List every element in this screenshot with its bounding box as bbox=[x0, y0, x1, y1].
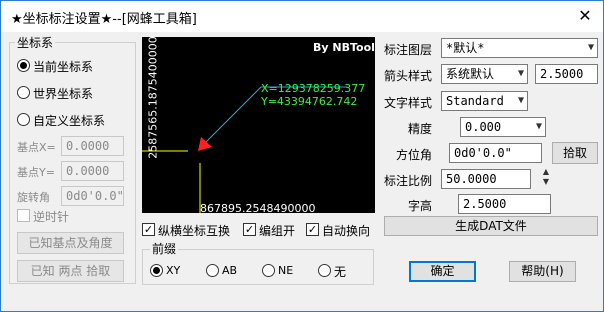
azimuth-label: 方位角 bbox=[396, 148, 433, 162]
radio-label-ne: NE bbox=[278, 264, 294, 277]
pick-button[interactable]: 拾取 bbox=[552, 142, 598, 164]
radio-label-xy: XY bbox=[166, 264, 181, 277]
text-style-label: 文字样式 bbox=[384, 96, 433, 110]
clockwise-checkbox[interactable]: 逆时针 bbox=[17, 207, 97, 225]
preview-y-text: Y=43394762.742 bbox=[261, 95, 358, 108]
chevron-down-icon: ▼ bbox=[587, 42, 594, 53]
spin-up-icon[interactable]: ▲ bbox=[540, 167, 552, 177]
scale-input[interactable]: 50.0000 bbox=[441, 169, 531, 189]
radio-prefix-none[interactable]: 无 bbox=[318, 262, 358, 280]
arrow-style-select[interactable]: 系统默认 ▼ bbox=[441, 64, 528, 84]
scale-spinner[interactable]: ▲ ▼ bbox=[540, 167, 552, 189]
text-style-select[interactable]: Standard ▼ bbox=[441, 91, 528, 111]
known-base-angle-button[interactable]: 已知基点及角度 bbox=[17, 232, 124, 254]
swap-xy-label: 纵横坐标互换 bbox=[158, 224, 231, 238]
layer-select[interactable]: *默认* ▼ bbox=[441, 38, 598, 58]
base-x-input[interactable]: 0.0000 bbox=[61, 136, 124, 156]
clockwise-label: 逆时针 bbox=[33, 210, 70, 224]
arrow-size-input[interactable]: 2.5000 bbox=[535, 64, 598, 84]
preview-brand: By NBTools bbox=[313, 41, 375, 54]
base-x-label: 基点X= bbox=[17, 141, 56, 154]
base-y-input[interactable]: 0.0000 bbox=[61, 161, 124, 181]
spin-down-icon[interactable]: ▼ bbox=[540, 177, 552, 187]
arrow-style-value: 系统默认 bbox=[446, 67, 495, 81]
preview-x-text: X=129378259.377 bbox=[261, 82, 366, 95]
generate-dat-button[interactable]: 生成DAT文件 bbox=[384, 216, 598, 236]
known-two-points-button[interactable]: 已知 两点 拾取 bbox=[17, 260, 124, 282]
title-bar: ★坐标标注设置★--[网蜂工具箱] ✕ bbox=[0, 0, 604, 32]
layer-label: 标注图层 bbox=[384, 43, 433, 57]
radio-dot-xy[interactable] bbox=[150, 264, 163, 277]
radio-prefix-ne[interactable]: NE bbox=[262, 262, 302, 280]
text-height-input[interactable]: 2.5000 bbox=[458, 194, 551, 214]
coord-system-group-title: 坐标系 bbox=[15, 34, 56, 51]
radio-dot-custom[interactable] bbox=[17, 113, 30, 126]
radio-dot-none[interactable] bbox=[318, 264, 331, 277]
radio-label-world: 世界坐标系 bbox=[33, 87, 94, 101]
window-title: ★坐标标注设置★--[网蜂工具箱] bbox=[11, 12, 197, 27]
rotation-input[interactable]: 0d0'0.0" bbox=[61, 186, 124, 206]
radio-custom-coord[interactable]: 自定义坐标系 bbox=[15, 111, 130, 129]
swap-xy-check-box[interactable]: ✓ bbox=[142, 223, 155, 236]
text-style-value: Standard bbox=[446, 94, 504, 108]
preview-canvas: By NBTools X=129378259.377 Y=43394762.74… bbox=[142, 37, 375, 213]
clockwise-check-box[interactable] bbox=[17, 209, 30, 222]
chevron-down-icon: ▼ bbox=[535, 121, 542, 132]
preview-leader-line bbox=[203, 86, 262, 145]
radio-dot-ab[interactable] bbox=[206, 264, 219, 277]
radio-dot-ne[interactable] bbox=[262, 264, 275, 277]
radio-label-custom: 自定义坐标系 bbox=[33, 114, 106, 128]
radio-label-current: 当前坐标系 bbox=[33, 60, 94, 74]
group-on-check-box[interactable]: ✓ bbox=[243, 223, 256, 236]
chevron-down-icon: ▼ bbox=[517, 68, 524, 79]
radio-world-coord[interactable]: 世界坐标系 bbox=[15, 84, 130, 102]
preview-arrow-head bbox=[198, 137, 212, 151]
precision-value: 0.000 bbox=[465, 120, 502, 134]
radio-current-coord[interactable]: 当前坐标系 bbox=[15, 57, 130, 75]
auto-direction-checkbox[interactable]: ✓ 自动换向 bbox=[306, 221, 376, 239]
preview-bottom-axis-text: 867895.2548490000 bbox=[200, 202, 316, 213]
precision-select[interactable]: 0.000 ▼ bbox=[460, 117, 546, 137]
group-on-label: 编组开 bbox=[259, 224, 296, 238]
preview-drawing bbox=[142, 86, 347, 213]
group-on-checkbox[interactable]: ✓ 编组开 bbox=[243, 221, 305, 239]
azimuth-input[interactable]: 0d0'0.0" bbox=[449, 143, 542, 163]
radio-prefix-ab[interactable]: AB bbox=[206, 262, 246, 280]
layer-select-value: *默认* bbox=[446, 41, 485, 55]
prefix-group-title: 前缀 bbox=[150, 240, 179, 257]
text-height-label: 字高 bbox=[408, 199, 433, 213]
close-icon[interactable]: ✕ bbox=[573, 5, 597, 27]
radio-dot-current[interactable] bbox=[17, 59, 30, 72]
arrow-style-label: 箭头样式 bbox=[384, 69, 433, 83]
radio-label-none: 无 bbox=[334, 265, 347, 279]
base-y-label: 基点Y= bbox=[17, 166, 55, 179]
rotation-label: 旋转角 bbox=[17, 191, 50, 204]
help-button[interactable]: 帮助(H) bbox=[509, 261, 576, 282]
precision-label: 精度 bbox=[408, 122, 433, 136]
chevron-down-icon: ▼ bbox=[517, 95, 524, 106]
radio-label-ab: AB bbox=[222, 264, 238, 277]
ok-button[interactable]: 确定 bbox=[409, 261, 476, 282]
radio-prefix-xy[interactable]: XY bbox=[150, 262, 190, 280]
auto-direction-check-box[interactable]: ✓ bbox=[306, 223, 319, 236]
auto-direction-label: 自动换向 bbox=[322, 224, 371, 238]
scale-label: 标注比例 bbox=[384, 174, 433, 188]
preview-left-axis-text: 2587565.1875400000 bbox=[146, 37, 160, 159]
radio-dot-world[interactable] bbox=[17, 86, 30, 99]
